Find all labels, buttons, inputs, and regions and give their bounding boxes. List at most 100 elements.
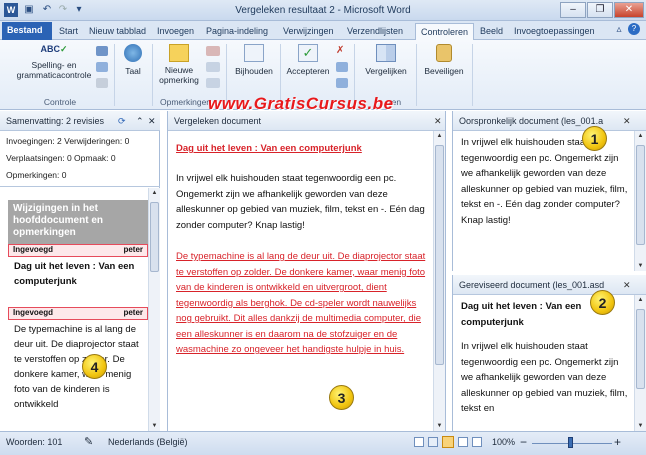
callout-badge-1: 1 [582,126,607,151]
scroll-up-icon[interactable]: ▲ [149,188,160,198]
track-changes-button[interactable]: Bijhouden [230,44,278,76]
compared-header: Vergeleken document ✕ [168,111,445,131]
group-controle-label: Controle [43,97,77,107]
callout-badge-2: 2 [590,290,615,315]
moves-count: Verplaatsingen: 0 Opmaak: 0 [6,153,116,163]
scroll-down-icon[interactable]: ▼ [635,261,646,271]
insertion-type: Ingevoegd [13,308,54,317]
original-title: Oorspronkelijk document (les_001.a [459,116,604,126]
summary-title: Samenvatting: 2 revisies [6,116,105,126]
tab-beeld[interactable]: Beeld [475,23,508,40]
zoom-in-button[interactable]: + [614,435,621,449]
lock-icon [436,44,452,62]
scroll-up-icon[interactable]: ▲ [635,295,646,305]
tab-nieuw-tabblad[interactable]: Nieuw tabblad [84,23,151,40]
print-layout-icon[interactable] [414,437,424,447]
compare-label: Vergelijken [365,66,407,76]
web-layout-icon[interactable] [442,436,454,448]
ribbon-tabs: Bestand Start Nieuw tabblad Invoegen Pag… [0,21,646,41]
title-bar: W ▣ ↶ ↷ ▾ Vergeleken resultaat 2 - Micro… [0,0,646,21]
tab-invoegtoepassingen[interactable]: Invoegtoepassingen [509,23,600,40]
taal-button[interactable]: Taal [118,44,148,76]
original-paragraph: In vrijwel elk huishouden staat tegenwoo… [461,137,628,226]
scroll-thumb[interactable] [150,202,159,272]
close-original-icon[interactable]: ✕ [623,111,631,131]
scroll-thumb[interactable] [636,145,645,245]
minimize-button[interactable]: – [560,2,586,18]
close-compared-icon[interactable]: ✕ [434,111,442,131]
previous-change-icon[interactable] [336,62,348,72]
previous-comment-icon[interactable] [206,62,220,72]
tab-controleren[interactable]: Controleren [415,23,475,41]
callout-badge-4: 4 [82,354,107,379]
language-indicator[interactable]: Nederlands (België) [108,437,188,447]
next-comment-icon[interactable] [206,78,220,88]
spelling-icon: ABC✓ [40,44,68,54]
word-count-icon[interactable] [96,78,108,88]
delete-comment-icon[interactable] [206,46,220,56]
tab-pagina-indeling[interactable]: Pagina-indeling [201,23,273,40]
close-button[interactable]: ✕ [614,2,644,18]
close-pane-icon[interactable]: ✕ [148,111,156,131]
new-comment-label: Nieuwe opmerking [159,65,199,85]
group-separator [152,44,153,106]
group-separator [416,44,417,106]
taal-label: Taal [125,66,141,76]
refresh-icon[interactable]: ⟳ [118,111,126,131]
compared-document-pane: Vergeleken document ✕ Dag uit het leven … [167,111,446,431]
summary-scrollbar[interactable]: ▲ ▼ [148,188,160,431]
full-screen-reading-icon[interactable] [428,437,438,447]
insertion-label-2[interactable]: Ingevoegd peter [8,307,148,320]
maximize-button[interactable]: ❐ [587,2,613,18]
changes-block-title: Wijzigingen in het hoofddocument en opme… [8,200,148,250]
scroll-thumb[interactable] [636,309,645,389]
scroll-thumb[interactable] [435,145,444,365]
tab-bestand[interactable]: Bestand [2,22,52,40]
tab-verzendlijsten[interactable]: Verzendlijsten [342,23,408,40]
compare-button[interactable]: Vergelijken [360,44,412,76]
tab-verwijzingen[interactable]: Verwijzingen [278,23,339,40]
next-change-icon[interactable] [336,78,348,88]
insertion-label-1[interactable]: Ingevoegd peter [8,244,148,257]
outline-icon[interactable] [458,437,468,447]
spelling-label: Spelling- en grammaticacontrole [16,60,92,80]
thesaurus-icon[interactable] [96,62,108,72]
protect-button[interactable]: Beveiligen [420,44,468,76]
tab-invoegen[interactable]: Invoegen [152,23,199,40]
revised-scrollbar[interactable]: ▲ ▼ [634,295,646,431]
minimize-ribbon-icon[interactable]: ▵ [612,23,626,37]
summary-header: Samenvatting: 2 revisies ⟳ ⌃ ✕ [0,111,160,131]
original-header: Oorspronkelijk document (les_001.a ✕ [453,111,646,131]
original-document-pane: Oorspronkelijk document (les_001.a ✕ In … [452,111,646,271]
close-revised-icon[interactable]: ✕ [623,275,631,295]
scroll-up-icon[interactable]: ▲ [434,131,445,141]
scroll-down-icon[interactable]: ▼ [434,421,445,431]
collapse-icon[interactable]: ⌃ [136,111,144,131]
accept-icon: ✓ [298,44,318,62]
accept-button[interactable]: ✓ Accepteren [284,44,332,76]
revised-title: Gereviseerd document (les_001.asd [459,280,605,290]
scroll-down-icon[interactable]: ▼ [149,421,160,431]
comments-count: Opmerkingen: 0 [6,170,67,180]
spelling-button[interactable]: ABC✓ Spelling- en grammaticacontrole [6,44,102,80]
compared-scrollbar[interactable]: ▲ ▼ [433,131,445,431]
callout-badge-3: 3 [329,385,354,410]
word-count[interactable]: Woorden: 101 [6,437,62,447]
insertion-type: Ingevoegd [13,245,54,254]
research-icon[interactable] [96,46,108,56]
globe-icon [124,44,142,62]
compared-paragraph-2: De typemachine is al lang de deur uit. D… [176,251,426,355]
compared-doc-title: Dag uit het leven : Van een computerjunk [176,143,362,154]
scroll-up-icon[interactable]: ▲ [635,131,646,141]
reject-icon[interactable]: ✗ [336,46,348,56]
zoom-out-button[interactable]: − [520,435,527,449]
zoom-level[interactable]: 100% [492,437,515,447]
original-scrollbar[interactable]: ▲ ▼ [634,131,646,271]
draft-icon[interactable] [472,437,482,447]
zoom-slider-thumb[interactable] [568,437,573,448]
help-icon[interactable]: ? [628,23,640,35]
scroll-down-icon[interactable]: ▼ [635,421,646,431]
proofing-icon[interactable]: ✎ [84,435,93,448]
new-comment-button[interactable]: Nieuwe opmerking [156,44,202,85]
tab-start[interactable]: Start [54,23,83,40]
